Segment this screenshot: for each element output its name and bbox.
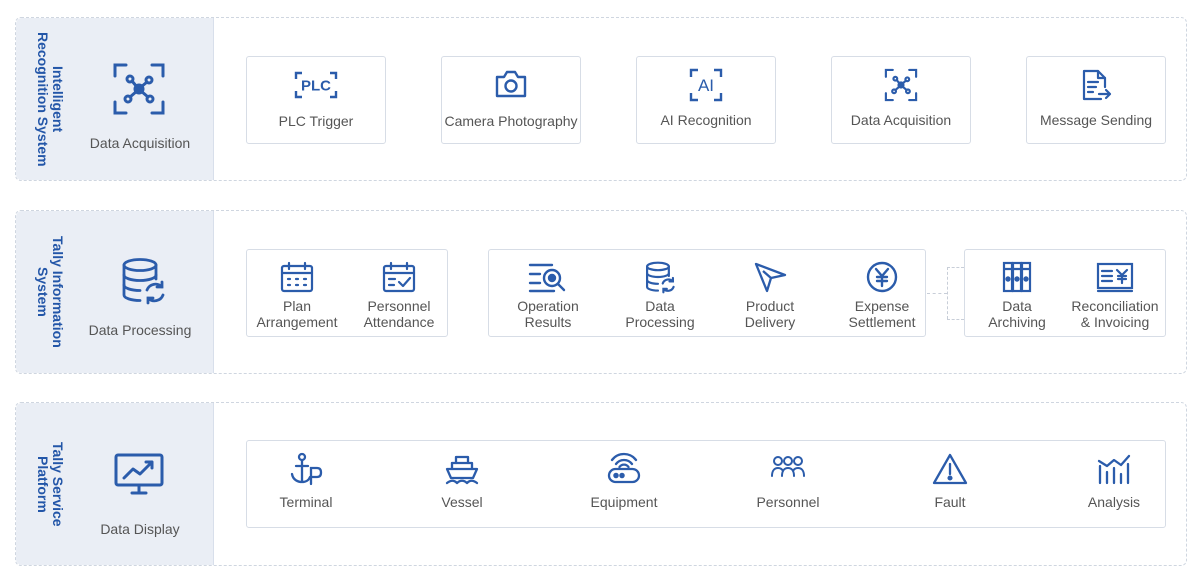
- archiving-group-box: Data Archiving Reconciliation & Invoicin…: [964, 249, 1166, 337]
- item-terminal[interactable]: Terminal: [247, 452, 365, 510]
- invoice-yen-icon: [1096, 262, 1134, 293]
- planning-group-box: Plan Arrangement Personnel Attendance: [246, 249, 448, 337]
- item-label: Reconciliation & Invoicing: [1071, 298, 1159, 330]
- item-data-processing[interactable]: Data Processing: [605, 261, 715, 330]
- item-personnel-attendance[interactable]: Personnel Attendance: [349, 261, 449, 330]
- item-label: Personnel Attendance: [363, 298, 435, 330]
- connector-line: [947, 267, 964, 268]
- section-side-label: Data Acquisition: [89, 135, 191, 151]
- item-label: Personnel: [756, 494, 820, 510]
- item-expense-settlement[interactable]: Expense Settlement: [827, 261, 937, 330]
- item-label: Analysis: [1087, 494, 1141, 510]
- svg-text:PLC: PLC: [301, 78, 331, 95]
- item-analysis[interactable]: Analysis: [1055, 452, 1173, 510]
- item-product-delivery[interactable]: Product Delivery: [715, 261, 825, 330]
- yen-circle-icon: [866, 261, 898, 293]
- svg-text:AI: AI: [698, 76, 714, 95]
- item-label: Vessel: [441, 494, 483, 510]
- operations-group-box: Operation Results Data Processing Produc…: [488, 249, 926, 337]
- database-sync-icon: [122, 258, 165, 305]
- section-title-wrap: Intelligent Recognition System: [20, 18, 80, 180]
- bar-trend-icon: [1097, 454, 1131, 485]
- section-sidebar: Intelligent Recognition System Data Acqu…: [16, 18, 214, 180]
- section-title-wrap: Tally Service Platform: [20, 403, 80, 565]
- ai-icon: AI: [689, 68, 723, 102]
- binders-icon: [1002, 261, 1032, 293]
- section-title: Tally Service Platform: [35, 441, 66, 527]
- item-label: Data Processing: [625, 298, 695, 330]
- item-equipment[interactable]: Equipment: [565, 452, 683, 510]
- ship-icon: [445, 455, 479, 485]
- item-label: PLC Trigger: [278, 113, 354, 129]
- item-label: Expense Settlement: [848, 298, 916, 330]
- camera-photography-card[interactable]: Camera Photography: [441, 56, 581, 144]
- section-title-wrap: Tally Information System: [20, 211, 80, 373]
- anchor-p-icon: [290, 452, 323, 486]
- section-title: Intelligent Recognition System: [35, 31, 66, 167]
- plc-icon: PLC: [294, 71, 338, 99]
- item-data-archiving[interactable]: Data Archiving: [965, 261, 1069, 330]
- item-label: Data Acquisition: [850, 112, 952, 128]
- ai-recognition-card[interactable]: AI AI Recognition: [636, 56, 776, 144]
- list-search-icon: [528, 263, 566, 293]
- item-label: Message Sending: [1039, 112, 1153, 128]
- section-side-label: Data Processing: [88, 322, 192, 338]
- service-items-box: Terminal Vessel Equipment Personnel Faul…: [246, 440, 1166, 528]
- item-data-acquisition: Data Acquisition: [832, 68, 970, 128]
- calendar-check-icon: [382, 261, 416, 293]
- database-sync-icon: [645, 261, 675, 294]
- camera-icon: [495, 70, 527, 98]
- section-sidebar: Tally Service Platform Data Display: [16, 403, 214, 565]
- section-tally-service: Tally Service Platform Data Display Term…: [15, 402, 1187, 566]
- document-send-icon: [1082, 69, 1112, 101]
- item-label: Product Delivery: [744, 298, 796, 330]
- section-side-label: Data Display: [100, 521, 180, 537]
- item-label: AI Recognition: [660, 112, 752, 128]
- item-ai-recognition: AI AI Recognition: [637, 68, 775, 128]
- scan-network-icon: [884, 68, 918, 102]
- connector-line: [927, 293, 947, 294]
- item-label: Operation Results: [517, 298, 579, 330]
- scan-network-icon: [113, 63, 165, 115]
- plc-trigger-card[interactable]: PLC PLC Trigger: [246, 56, 386, 144]
- item-label: Fault: [934, 494, 966, 510]
- item-label: Plan Arrangement: [256, 298, 338, 330]
- item-label: Terminal: [279, 494, 333, 510]
- section-sidebar: Tally Information System Data Processing: [16, 211, 214, 373]
- router-icon: [607, 452, 641, 484]
- section-title: Tally Information System: [35, 236, 66, 348]
- item-label: Equipment: [590, 494, 658, 510]
- people-icon: [771, 456, 805, 477]
- item-plc-trigger: PLC PLC Trigger: [247, 71, 385, 129]
- item-fault[interactable]: Fault: [891, 452, 1009, 510]
- item-message-sending: Message Sending: [1027, 68, 1165, 128]
- monitor-chart-icon: [114, 453, 164, 495]
- item-label: Data Archiving: [988, 298, 1046, 330]
- item-operation-results[interactable]: Operation Results: [493, 261, 603, 330]
- message-sending-card[interactable]: Message Sending: [1026, 56, 1166, 144]
- warning-icon: [932, 453, 968, 485]
- item-vessel[interactable]: Vessel: [403, 452, 521, 510]
- calendar-grid-icon: [280, 261, 314, 293]
- data-acquisition-card[interactable]: Data Acquisition: [831, 56, 971, 144]
- section-intelligent-recognition: Intelligent Recognition System Data Acqu…: [15, 17, 1187, 181]
- item-camera-photography: Camera Photography: [442, 69, 580, 129]
- item-label: Camera Photography: [444, 113, 578, 129]
- item-reconciliation-invoicing[interactable]: Reconciliation & Invoicing: [1063, 261, 1167, 330]
- section-tally-information: Tally Information System Data Processing…: [15, 210, 1187, 374]
- connector-line: [947, 319, 964, 320]
- item-personnel[interactable]: Personnel: [729, 452, 847, 510]
- item-plan-arrangement[interactable]: Plan Arrangement: [247, 261, 347, 330]
- connector-line: [947, 267, 948, 319]
- paper-plane-icon: [754, 262, 787, 293]
